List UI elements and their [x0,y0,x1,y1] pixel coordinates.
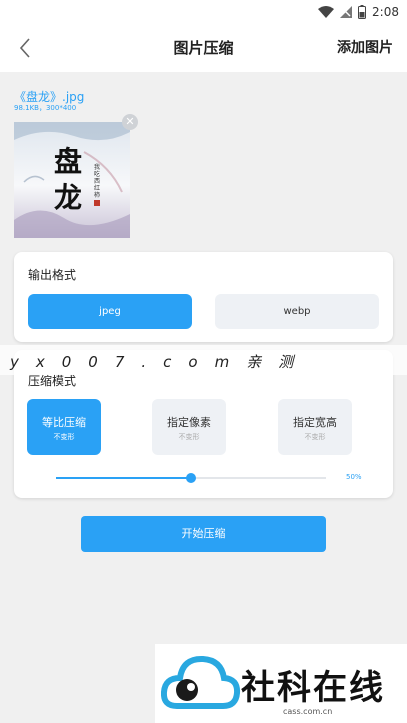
cover-title: 盘龙 [54,145,83,214]
app-bar: 图片压缩 添加图片 [0,24,407,72]
cloud-logo-icon [161,655,241,709]
quality-slider[interactable] [56,473,326,483]
mode-sub: 不变形 [178,433,200,441]
battery-icon [358,5,367,19]
status-icons: 2:08 [318,3,399,21]
site-logo: 社科在线 cass.com.cn [155,644,407,723]
quality-value: 50% [346,473,362,481]
status-time: 2:08 [372,5,399,19]
logo-url: cass.com.cn [283,707,333,716]
watermark-text: yx007.com亲测 [10,353,311,371]
mode-label: 等比压缩 [42,416,86,429]
wifi-icon [318,6,335,18]
slider-fill [56,477,191,479]
format-webp-button[interactable]: webp [215,294,379,329]
mode-label: 指定宽高 [293,416,337,429]
cover-author: 我吃西红柿 [94,164,101,199]
slider-thumb[interactable] [186,473,196,483]
logo-text: 社科在线 [241,668,385,708]
close-icon: ✕ [125,115,135,128]
mode-pixels-button[interactable]: 指定像素 不变形 [152,399,226,455]
mode-sub: 不变形 [53,433,75,441]
image-thumbnail[interactable]: 盘龙 我吃西红柿 [14,122,130,238]
format-jpeg-button[interactable]: jpeg [28,294,192,329]
no-signal-icon [340,6,353,18]
output-format-card: 输出格式 jpeg webp [14,252,393,342]
mode-dimensions-button[interactable]: 指定宽高 不变形 [278,399,352,455]
mode-sub: 不变形 [304,433,326,441]
start-compress-button[interactable]: 开始压缩 [81,516,326,552]
output-format-title: 输出格式 [28,268,77,282]
mode-label: 指定像素 [167,416,211,429]
add-image-button[interactable]: 添加图片 [337,37,393,57]
watermark-band: yx007.com亲测 [0,345,407,375]
status-bar: 2:08 [0,0,407,24]
remove-image-button[interactable]: ✕ [122,114,138,130]
mode-proportional-button[interactable]: 等比压缩 不变形 [27,399,101,455]
file-info: 98.1KB，300*400 [14,104,77,112]
